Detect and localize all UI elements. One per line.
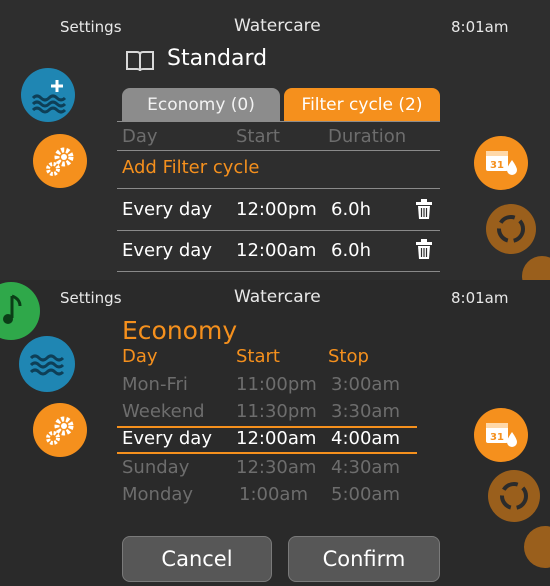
mode-title: Economy	[122, 316, 238, 345]
gear-icon[interactable]	[33, 134, 87, 188]
row-start: 12:00am	[236, 240, 317, 261]
divider	[117, 188, 440, 189]
water-add-icon[interactable]	[21, 68, 75, 122]
tab-economy[interactable]: Economy (0)	[122, 88, 280, 121]
option-day: Sunday	[122, 457, 190, 478]
header-settings-label: Settings	[60, 289, 122, 307]
sync-icon[interactable]	[486, 204, 536, 254]
divider	[117, 150, 440, 151]
schedule-option[interactable]: Monday 1:00am 5:00am	[117, 483, 417, 509]
confirm-button[interactable]: Confirm	[288, 536, 440, 582]
option-stop: 4:30am	[331, 457, 400, 478]
column-duration: Duration	[328, 126, 407, 147]
waves-icon[interactable]	[19, 336, 75, 392]
tab-underline	[117, 121, 440, 122]
column-stop: Stop	[328, 346, 369, 367]
calendar-icon[interactable]	[524, 526, 550, 568]
watercare-economy-panel: Settings Watercare 8:01am 31 Economy Day…	[0, 280, 550, 586]
header-settings-label: Settings	[60, 18, 122, 36]
gear-icon[interactable]	[33, 403, 87, 457]
trash-icon[interactable]	[415, 238, 433, 260]
schedule-option-selected[interactable]: Every day 12:00am 4:00am	[117, 428, 417, 452]
sync-icon[interactable]	[488, 470, 540, 522]
column-day: Day	[122, 346, 158, 367]
header-time: 8:01am	[451, 18, 509, 36]
option-day: Every day	[122, 428, 212, 449]
option-start: 1:00am	[239, 484, 308, 505]
row-day: Every day	[122, 240, 212, 261]
tab-filter-cycle[interactable]: Filter cycle (2)	[284, 88, 440, 121]
option-day: Mon-Fri	[122, 374, 188, 395]
header-title: Watercare	[234, 287, 321, 307]
option-stop: 3:00am	[331, 374, 400, 395]
selection-line-bottom	[117, 452, 417, 454]
trash-icon[interactable]	[415, 198, 433, 220]
watercare-standard-panel: Settings Watercare 8:01am 31 Standard Ec…	[0, 0, 550, 280]
column-day: Day	[122, 126, 158, 147]
add-filter-cycle-link[interactable]: Add Filter cycle	[122, 157, 259, 178]
row-duration: 6.0h	[331, 240, 372, 261]
option-day: Monday	[122, 484, 194, 505]
option-start: 12:30am	[236, 457, 317, 478]
option-start: 11:00pm	[236, 374, 317, 395]
option-stop: 3:30am	[331, 401, 400, 422]
row-day: Every day	[122, 199, 212, 220]
header-title: Watercare	[234, 16, 321, 36]
filter-cycle-row[interactable]: Every day 12:00am 6.0h	[117, 232, 440, 270]
row-start: 12:00pm	[236, 199, 317, 220]
option-start: 11:30pm	[236, 401, 317, 422]
schedule-option[interactable]: Mon-Fri 11:00pm 3:00am	[117, 373, 417, 399]
schedule-option[interactable]: Weekend 11:30pm 3:30am	[117, 400, 417, 426]
divider	[117, 271, 440, 272]
column-start: Start	[236, 126, 280, 147]
row-duration: 6.0h	[331, 199, 372, 220]
music-icon[interactable]	[0, 282, 40, 340]
option-start: 12:00am	[236, 428, 317, 449]
divider	[117, 230, 440, 231]
calendar-water-icon[interactable]: 31	[474, 136, 528, 190]
option-stop: 4:00am	[331, 428, 400, 449]
option-day: Weekend	[122, 401, 205, 422]
schedule-option[interactable]: Sunday 12:30am 4:30am	[117, 456, 417, 482]
svg-text:31: 31	[490, 160, 504, 171]
filter-cycle-row[interactable]: Every day 12:00pm 6.0h	[117, 190, 440, 228]
header-time: 8:01am	[451, 289, 509, 307]
mode-title: Standard	[167, 46, 268, 71]
calendar-water-icon[interactable]: 31	[474, 408, 528, 462]
book-icon	[124, 48, 156, 74]
svg-text:31: 31	[490, 432, 504, 443]
option-stop: 5:00am	[331, 484, 400, 505]
cancel-button[interactable]: Cancel	[122, 536, 272, 582]
column-start: Start	[236, 346, 280, 367]
extra-icon[interactable]	[522, 256, 550, 280]
